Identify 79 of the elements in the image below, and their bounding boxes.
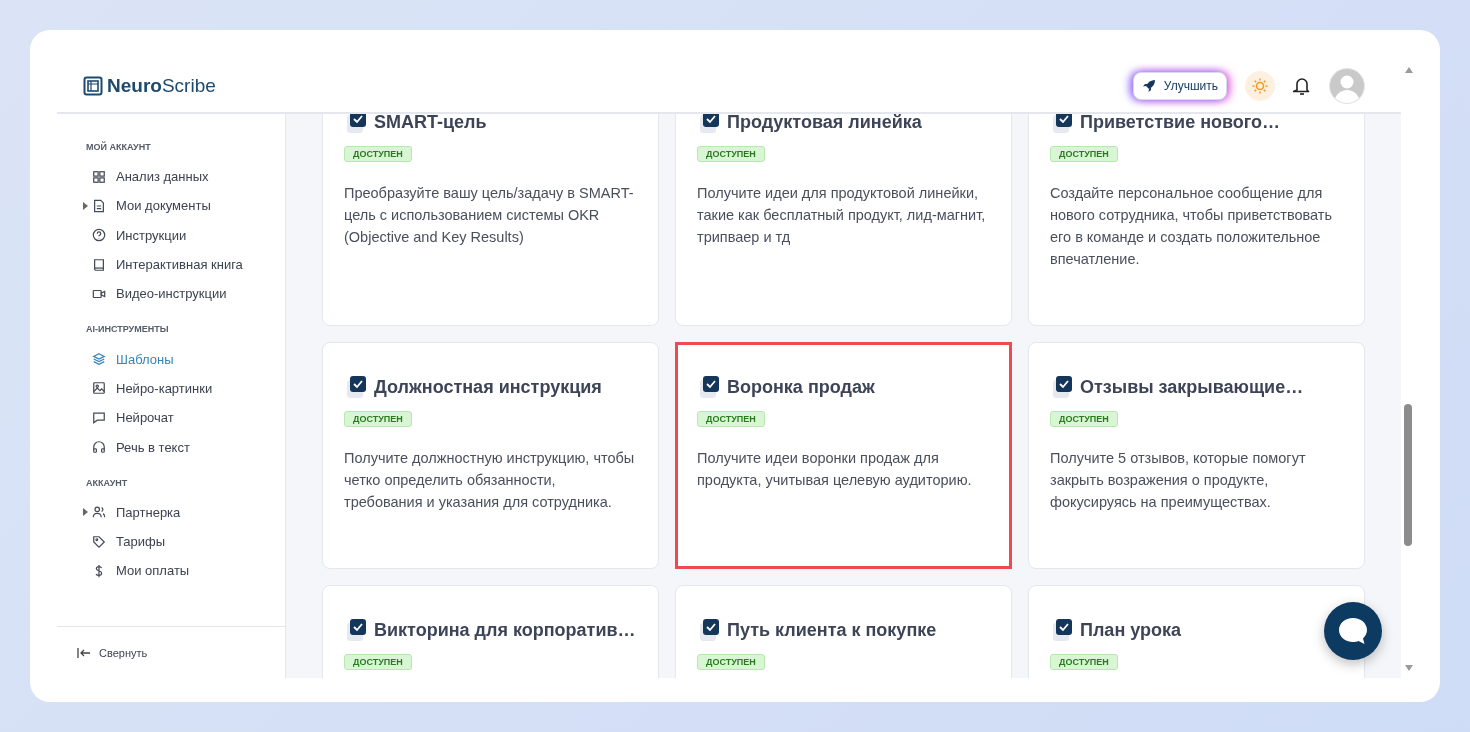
section-heading: АККАУНТ bbox=[86, 477, 129, 488]
section-heading: AI-ИНСТРУМЕНТЫ bbox=[86, 324, 170, 335]
status-badge: ДОСТУПЕН bbox=[1050, 411, 1118, 427]
card-title: Воронка продаж bbox=[727, 376, 875, 398]
card-description: Создайте персональное сообщение для нового сотрудника, чтобы приветствовать его в команде и создать положительное впечатление. bbox=[1050, 184, 1333, 269]
users-icon bbox=[92, 505, 106, 520]
theme-toggle-button[interactable] bbox=[1245, 71, 1275, 101]
status-badge: ДОСТУПЕН bbox=[697, 146, 765, 162]
rocket-icon bbox=[1141, 79, 1156, 93]
sidebar-item[interactable]: Речь в текст bbox=[86, 432, 285, 462]
template-card[interactable]: Воронка продаж ДОСТУПЕН Получите идеи воронки продаж для продукта, учитывая целевую аудиторию. bbox=[675, 342, 1012, 569]
collapse-button[interactable]: Свернуть bbox=[57, 626, 285, 678]
logo-text[interactable]: NeuroScribe bbox=[107, 75, 216, 97]
card-title: Викторина для корпоратив… bbox=[374, 619, 636, 641]
card-title: Должностная инструкция bbox=[374, 376, 602, 398]
checkbox-icon bbox=[1052, 618, 1074, 642]
card-description: Получите 5 отзывов, которые помогут закрыть возражения о продукте, фокусируясь на преимуществах. bbox=[1050, 449, 1307, 512]
card-description: Получите должностную инструкцию, чтобы четко определить обязанности, требования и указания для сотрудника. bbox=[344, 449, 636, 512]
status-badge: ДОСТУПЕН bbox=[344, 411, 412, 427]
template-card[interactable]: Приветствие нового… ДОСТУПЕН Создайте персональное сообщение для нового сотрудника, чтобы приветствовать его в команде и создать положительное впечатление. bbox=[1028, 114, 1365, 326]
section-heading: МОЙ АККАУНТ bbox=[86, 142, 152, 152]
status-badge: ДОСТУПЕН bbox=[344, 654, 412, 670]
collapse-icon bbox=[77, 647, 91, 658]
sidebar-item[interactable]: Анализ данных bbox=[86, 162, 285, 192]
status-badge: ДОСТУПЕН bbox=[697, 411, 765, 427]
grid-icon bbox=[92, 169, 106, 184]
template-card[interactable]: Викторина для корпоратив… ДОСТУПЕН bbox=[322, 585, 659, 678]
logo-icon bbox=[83, 76, 103, 96]
book-icon bbox=[92, 257, 106, 272]
status-badge: ДОСТУПЕН bbox=[697, 654, 765, 670]
template-card[interactable]: План урока ДОСТУПЕН bbox=[1028, 585, 1365, 678]
chat-bubble-icon bbox=[1337, 616, 1369, 646]
chat-button[interactable] bbox=[1324, 602, 1382, 660]
card-title: SMART-цель bbox=[374, 114, 487, 133]
tag-icon bbox=[92, 534, 106, 549]
chat-icon bbox=[92, 410, 106, 425]
template-card[interactable]: Должностная инструкция ДОСТУПЕН Получите должностную инструкцию, чтобы четко определить обязанности, требования и указания для сотрудника. bbox=[322, 342, 659, 569]
template-card[interactable]: SMART-цель ДОСТУПЕН Преобразуйте вашу цель/задачу в SMART-цель с использованием системы OKR (Objective and Key Results) bbox=[322, 114, 659, 326]
card-title: Отзывы закрывающие… bbox=[1080, 376, 1304, 398]
scroll-up-icon[interactable] bbox=[1403, 66, 1414, 74]
help-icon bbox=[92, 228, 106, 243]
sidebar-item[interactable]: Партнерка bbox=[86, 497, 285, 527]
card-title: Путь клиента к покупке bbox=[727, 619, 937, 641]
scrollbar-thumb[interactable] bbox=[1404, 404, 1412, 546]
checkbox-icon bbox=[1052, 375, 1074, 399]
scroll-down-icon[interactable] bbox=[1403, 664, 1414, 672]
sidebar-item[interactable]: Интерактивная книга bbox=[86, 249, 285, 280]
sidebar-item[interactable]: Тарифы bbox=[86, 526, 285, 557]
document-icon bbox=[92, 198, 106, 213]
image-icon bbox=[92, 381, 106, 396]
headphones-icon bbox=[92, 440, 106, 454]
card-description: Преобразуйте вашу цель/задачу в SMART-цель с использованием системы OKR (Objective and Key Results) bbox=[344, 184, 635, 247]
checkbox-icon bbox=[346, 375, 368, 399]
sidebar-item[interactable]: Мои документы bbox=[86, 191, 285, 221]
template-card[interactable]: Путь клиента к покупке ДОСТУПЕН bbox=[675, 585, 1012, 678]
sidebar-item[interactable]: Инструкции bbox=[86, 220, 285, 250]
status-badge: ДОСТУПЕН bbox=[1050, 654, 1118, 670]
sidebar-item[interactable]: Нейро-картинки bbox=[86, 373, 285, 404]
status-badge: ДОСТУПЕН bbox=[344, 146, 412, 162]
upgrade-button[interactable]: Улучшить bbox=[1132, 72, 1227, 100]
card-description: Получите идеи для продуктовой линейки, такие как бесплатный продукт, лид-магнит, трипваер и тд bbox=[697, 184, 987, 247]
template-card[interactable]: Продуктовая линейка ДОСТУПЕН Получите идеи для продуктовой линейки, такие как бесплатный продукт, лид-магнит, трипваер и тд bbox=[675, 114, 1012, 326]
checkbox-icon bbox=[699, 618, 721, 642]
checkbox-icon bbox=[346, 618, 368, 642]
sidebar-item[interactable]: Мои оплаты bbox=[86, 556, 285, 586]
card-title: Приветствие нового… bbox=[1080, 114, 1281, 133]
sidebar-item[interactable]: Видео-инструкции bbox=[86, 279, 285, 309]
card-title: План урока bbox=[1080, 619, 1182, 641]
bell-icon[interactable] bbox=[1293, 76, 1311, 96]
status-badge: ДОСТУПЕН bbox=[1050, 146, 1118, 162]
template-card[interactable]: Отзывы закрывающие… ДОСТУПЕН Получите 5 отзывов, которые помогут закрыть возражения о продукте, фокусируясь на преимуществах. bbox=[1028, 342, 1365, 569]
sidebar-item[interactable]: Нейрочат bbox=[86, 403, 285, 433]
checkbox-icon bbox=[699, 375, 721, 399]
layers-icon bbox=[92, 352, 106, 367]
avatar[interactable] bbox=[1329, 68, 1365, 104]
card-title: Продуктовая линейка bbox=[727, 114, 922, 133]
sun-icon bbox=[1251, 77, 1269, 95]
sidebar-item[interactable]: Шаблоны bbox=[86, 344, 285, 374]
card-description: Получите идеи воронки продаж для продукта, учитывая целевую аудиторию. bbox=[697, 449, 973, 490]
